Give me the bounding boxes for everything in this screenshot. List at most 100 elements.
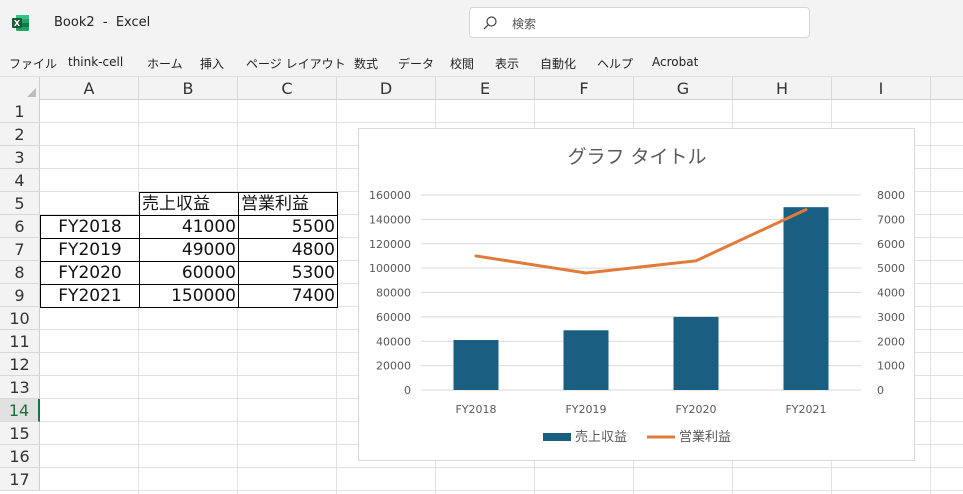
right-axis-tick-label: 4000	[877, 287, 905, 300]
left-axis-tick-label: 20000	[376, 360, 411, 373]
chart-title: グラフ タイトル	[567, 146, 706, 168]
right-axis-tick-label: 1000	[877, 360, 905, 373]
category-axis-label: FY2020	[675, 403, 716, 416]
category-axis-label: FY2021	[785, 403, 826, 416]
left-axis-tick-label: 100000	[369, 262, 411, 275]
column-header-a[interactable]: A	[40, 77, 139, 100]
tab-insert[interactable]: 挿入	[200, 55, 224, 72]
tab-home[interactable]: ホーム	[147, 55, 183, 72]
left-axis-tick-label: 80000	[376, 287, 411, 300]
table-header-revenue[interactable]: 売上収益	[139, 192, 239, 216]
row-header-9[interactable]: 9	[0, 284, 40, 307]
row-header-17[interactable]: 17	[0, 468, 40, 491]
row-header-14[interactable]: 14	[0, 399, 40, 422]
left-axis-tick-label: 60000	[376, 311, 411, 324]
row-header-11[interactable]: 11	[0, 330, 40, 353]
table-row-label[interactable]: FY2021	[40, 284, 140, 308]
row-gridline	[40, 467, 963, 468]
chart-bar	[673, 316, 719, 390]
search-placeholder: 検索	[512, 17, 537, 31]
legend-label: 営業利益	[679, 429, 731, 445]
chart-bar	[563, 330, 609, 390]
right-axis-tick-label: 8000	[877, 189, 905, 202]
column-header-c[interactable]: C	[238, 77, 337, 100]
legend-swatch-bar	[543, 433, 571, 441]
row-header-16[interactable]: 16	[0, 445, 40, 468]
chart-bar	[783, 207, 829, 390]
table-cell-profit[interactable]: 7400	[238, 284, 338, 308]
table-cell-profit[interactable]: 5500	[238, 215, 338, 239]
table-cell-revenue[interactable]: 150000	[139, 284, 239, 308]
title-bar: X Book2 - Excel 検索	[0, 0, 963, 47]
row-header-10[interactable]: 10	[0, 307, 40, 330]
column-header-h[interactable]: H	[733, 77, 832, 100]
tab-page-layout[interactable]: ページ レイアウト	[246, 55, 346, 72]
tab-formulas[interactable]: 数式	[354, 55, 378, 72]
row-header-1[interactable]: 1	[0, 100, 40, 123]
table-cell-revenue[interactable]: 49000	[139, 238, 239, 262]
row-header-3[interactable]: 3	[0, 146, 40, 169]
excel-window: X Book2 - Excel 検索 ファイル think-cell ホーム 挿…	[0, 0, 963, 494]
legend-label: 売上収益	[575, 429, 627, 445]
column-gridline	[930, 100, 931, 494]
tab-think-cell[interactable]: think-cell	[68, 55, 123, 69]
select-all-corner[interactable]	[0, 77, 40, 100]
tab-automate[interactable]: 自動化	[540, 55, 576, 72]
row-header-7[interactable]: 7	[0, 238, 40, 261]
left-axis-tick-label: 120000	[369, 238, 411, 251]
ribbon-tabs: ファイル think-cell ホーム 挿入 ページ レイアウト 数式 データ …	[0, 47, 963, 77]
category-axis-label: FY2018	[455, 403, 496, 416]
excel-app-icon[interactable]: X	[12, 14, 30, 32]
left-axis-tick-label: 140000	[369, 213, 411, 226]
column-header-e[interactable]: E	[436, 77, 535, 100]
column-header-d[interactable]: D	[337, 77, 436, 100]
right-axis-tick-label: 0	[877, 384, 884, 397]
row-header-13[interactable]: 13	[0, 376, 40, 399]
svg-text:X: X	[14, 19, 21, 28]
left-axis-tick-label: 160000	[369, 189, 411, 202]
row-header-15[interactable]: 15	[0, 422, 40, 445]
row-gridline	[40, 490, 963, 491]
chart-bar	[453, 340, 499, 390]
table-row-label[interactable]: FY2019	[40, 238, 140, 262]
document-title: Book2 - Excel	[54, 15, 151, 30]
column-header-f[interactable]: F	[535, 77, 634, 100]
column-header-i[interactable]: I	[832, 77, 931, 100]
select-all-triangle-icon	[27, 88, 36, 97]
row-header-4[interactable]: 4	[0, 169, 40, 192]
row-header-2[interactable]: 2	[0, 123, 40, 146]
combo-chart[interactable]: グラフ タイトル 0 20000 40000 60000 80000 100000 12000…	[358, 128, 915, 461]
right-axis-tick-label: 7000	[877, 213, 905, 226]
table-cell-revenue[interactable]: 41000	[139, 215, 239, 239]
tab-help[interactable]: ヘルプ	[597, 55, 633, 72]
worksheet[interactable]: A B C D E F G H I 1 2 3 4 5 6 7 8 9 10 11 12 13 14 15 1…	[0, 77, 963, 494]
tab-data[interactable]: データ	[398, 55, 434, 72]
tab-file[interactable]: ファイル	[9, 55, 57, 72]
row-header-8[interactable]: 8	[0, 261, 40, 284]
column-header-b[interactable]: B	[139, 77, 238, 100]
table-row-label[interactable]: FY2018	[40, 215, 140, 239]
tab-view[interactable]: 表示	[495, 55, 519, 72]
row-header-12[interactable]: 12	[0, 353, 40, 376]
left-axis-tick-label: 40000	[376, 335, 411, 348]
row-header-5[interactable]: 5	[0, 192, 40, 215]
right-axis-tick-label: 2000	[877, 335, 905, 348]
chart-canvas: グラフ タイトル02000040000600008000010000012000…	[369, 146, 905, 445]
table-cell-revenue[interactable]: 60000	[139, 261, 239, 285]
tab-review[interactable]: 校閲	[450, 55, 474, 72]
column-header-g[interactable]: G	[634, 77, 733, 100]
left-axis-tick-label: 0	[404, 384, 411, 397]
table-row-label[interactable]: FY2020	[40, 261, 140, 285]
search-icon	[483, 16, 497, 30]
column-header-row: A B C D E F G H I	[0, 77, 963, 100]
table-header-profit[interactable]: 営業利益	[238, 192, 338, 216]
table-cell-profit[interactable]: 4800	[238, 238, 338, 262]
right-axis-tick-label: 6000	[877, 238, 905, 251]
row-header-6[interactable]: 6	[0, 215, 40, 238]
row-gridline	[40, 122, 963, 123]
search-box[interactable]: 検索	[469, 7, 810, 38]
tab-acrobat[interactable]: Acrobat	[652, 55, 698, 69]
category-axis-label: FY2019	[565, 403, 606, 416]
table-cell-profit[interactable]: 5300	[238, 261, 338, 285]
right-axis-tick-label: 3000	[877, 311, 905, 324]
